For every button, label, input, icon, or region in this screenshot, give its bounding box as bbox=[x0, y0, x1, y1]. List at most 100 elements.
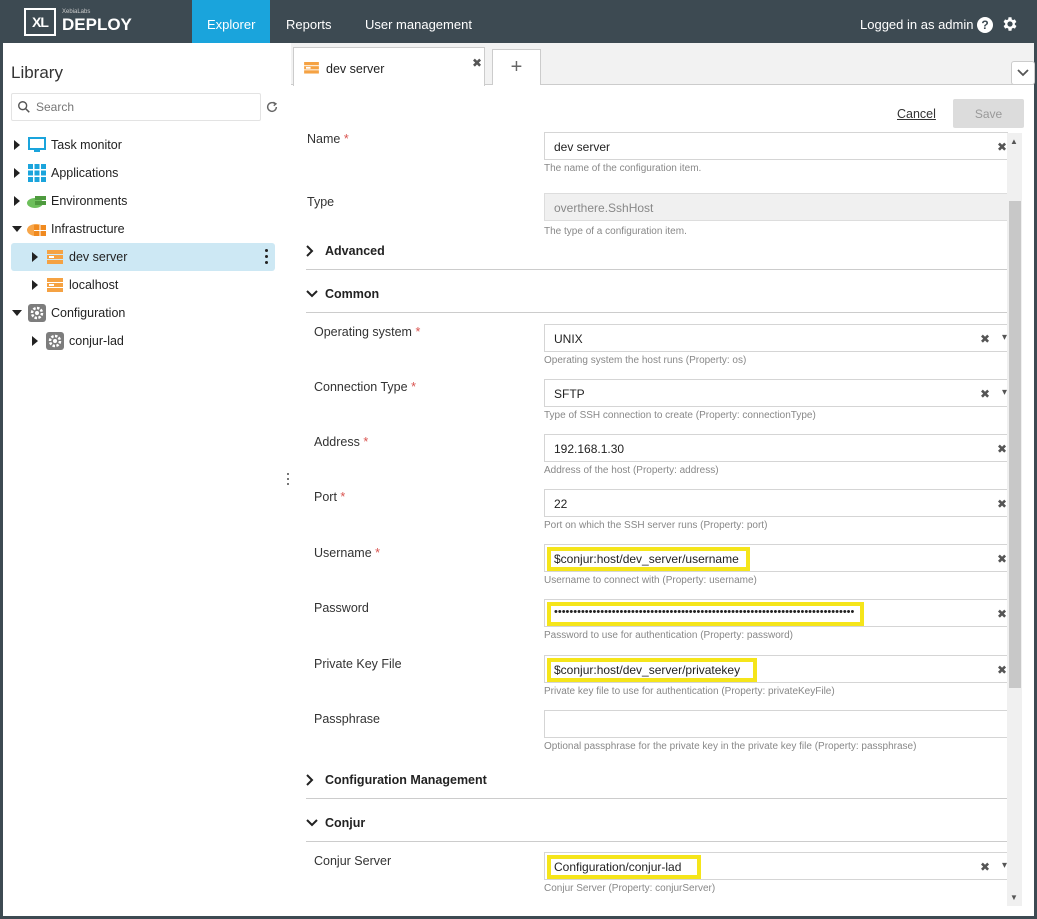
chevron-down-icon bbox=[306, 819, 320, 827]
address-value: 192.168.1.30 bbox=[554, 442, 625, 456]
tree-item-applications[interactable]: Applications bbox=[11, 159, 275, 187]
form-scrollbar[interactable]: ▲ ▼ bbox=[1007, 133, 1022, 906]
section-common-label: Common bbox=[325, 287, 380, 301]
caret-right-icon[interactable] bbox=[11, 139, 23, 151]
os-label: Operating system * bbox=[314, 325, 421, 339]
username-field[interactable]: $conjur:host/dev_server/username ✖ bbox=[544, 544, 1008, 572]
caret-down-icon[interactable] bbox=[11, 223, 23, 235]
clear-icon[interactable]: ✖ bbox=[980, 387, 990, 401]
clear-icon[interactable]: ✖ bbox=[980, 860, 990, 874]
help-icon[interactable]: ? bbox=[977, 17, 993, 33]
name-value: dev server bbox=[554, 140, 611, 154]
server-icon bbox=[304, 62, 319, 74]
refresh-icon[interactable] bbox=[265, 100, 279, 114]
conjur-server-value: Configuration/conjur-lad bbox=[554, 860, 682, 874]
tree-label: Infrastructure bbox=[51, 222, 125, 236]
name-label: Name * bbox=[307, 132, 349, 146]
nav-user-management[interactable]: User management bbox=[354, 0, 488, 43]
environment-icon bbox=[27, 192, 47, 210]
clear-icon[interactable]: ✖ bbox=[997, 140, 1007, 154]
clear-icon[interactable]: ✖ bbox=[997, 442, 1007, 456]
connection-type-select[interactable]: SFTP ✖ ▾ bbox=[544, 379, 1008, 407]
tree-item-localhost[interactable]: localhost bbox=[11, 271, 275, 299]
section-configuration-management[interactable]: Configuration Management bbox=[306, 773, 487, 787]
cancel-button[interactable]: Cancel bbox=[897, 107, 936, 121]
tree-item-conjur-lad[interactable]: conjur-lad bbox=[11, 327, 275, 355]
clear-icon[interactable]: ✖ bbox=[980, 332, 990, 346]
logged-in-user[interactable]: Logged in as admin bbox=[860, 17, 973, 32]
main-nav: Explorer Reports User management bbox=[192, 0, 488, 43]
type-value: overthere.SshHost bbox=[554, 201, 654, 215]
type-label: Type bbox=[307, 195, 335, 209]
caret-right-icon[interactable] bbox=[11, 195, 23, 207]
save-button[interactable]: Save bbox=[953, 99, 1024, 128]
grid-icon bbox=[27, 164, 47, 182]
divider bbox=[306, 312, 1008, 313]
port-field[interactable]: 22 ✖ bbox=[544, 489, 1008, 517]
caret-right-icon[interactable] bbox=[29, 335, 41, 347]
more-options-icon[interactable] bbox=[265, 249, 269, 265]
settings-gear-icon[interactable] bbox=[1001, 15, 1019, 33]
passphrase-field[interactable] bbox=[544, 710, 1008, 738]
section-conjur-label: Conjur bbox=[325, 816, 366, 830]
clear-icon[interactable]: ✖ bbox=[997, 607, 1007, 621]
os-select[interactable]: UNIX ✖ ▾ bbox=[544, 324, 1008, 352]
section-common[interactable]: Common bbox=[306, 287, 379, 301]
panel-resize-handle[interactable] bbox=[286, 473, 290, 489]
tab-bar: dev server ✖ + bbox=[291, 43, 1035, 86]
library-search[interactable] bbox=[11, 93, 261, 121]
tree-item-environments[interactable]: Environments bbox=[11, 187, 275, 215]
tree-label: Applications bbox=[51, 166, 119, 180]
caret-down-icon[interactable] bbox=[11, 307, 23, 319]
logo-title: DEPLOY bbox=[62, 15, 132, 34]
private-key-value: $conjur:host/dev_server/privatekey bbox=[554, 663, 741, 677]
username-value: $conjur:host/dev_server/username bbox=[554, 552, 739, 566]
tree-label: dev server bbox=[69, 250, 128, 264]
tree-item-task-monitor[interactable]: Task monitor bbox=[11, 131, 275, 159]
server-icon bbox=[45, 276, 65, 294]
clear-icon[interactable]: ✖ bbox=[997, 497, 1007, 511]
nav-reports[interactable]: Reports bbox=[270, 0, 354, 43]
divider bbox=[306, 269, 1008, 270]
caret-right-icon[interactable] bbox=[29, 279, 41, 291]
caret-right-icon[interactable] bbox=[29, 251, 41, 263]
scroll-down-icon[interactable]: ▼ bbox=[1010, 893, 1018, 902]
conjur-server-hint: Conjur Server (Property: conjurServer) bbox=[544, 883, 716, 894]
conjur-server-select[interactable]: Configuration/conjur-lad ✖ ▾ bbox=[544, 852, 1008, 880]
tab-dev-server[interactable]: dev server ✖ bbox=[293, 47, 485, 86]
scroll-thumb[interactable] bbox=[1009, 201, 1021, 688]
name-field[interactable]: dev server ✖ bbox=[544, 132, 1008, 160]
section-advanced[interactable]: Advanced bbox=[306, 244, 385, 258]
address-field[interactable]: 192.168.1.30 ✖ bbox=[544, 434, 1008, 462]
port-label: Port * bbox=[314, 490, 346, 504]
tree-item-dev-server[interactable]: dev server bbox=[11, 243, 275, 271]
nav-explorer[interactable]: Explorer bbox=[192, 0, 270, 43]
infrastructure-icon bbox=[27, 220, 47, 238]
clear-icon[interactable]: ✖ bbox=[997, 663, 1007, 677]
caret-right-icon[interactable] bbox=[11, 167, 23, 179]
search-input[interactable] bbox=[34, 98, 254, 116]
tree-label: Configuration bbox=[51, 306, 126, 320]
tree-item-infrastructure[interactable]: Infrastructure bbox=[11, 215, 275, 243]
address-hint: Address of the host (Property: address) bbox=[544, 465, 719, 476]
username-hint: Username to connect with (Property: user… bbox=[544, 575, 757, 586]
private-key-field[interactable]: $conjur:host/dev_server/privatekey ✖ bbox=[544, 655, 1008, 683]
section-conjur[interactable]: Conjur bbox=[306, 816, 365, 830]
ci-form: Name * dev server ✖ The name of the conf… bbox=[306, 130, 1008, 916]
divider bbox=[306, 841, 1008, 842]
search-icon bbox=[18, 101, 30, 113]
config-gear-icon bbox=[45, 332, 65, 350]
tab-menu-button[interactable] bbox=[1011, 61, 1035, 85]
add-tab-button[interactable]: + bbox=[492, 49, 541, 85]
password-field[interactable]: ••••••••••••••••••••••••••••••••••••••••… bbox=[544, 599, 1008, 627]
chevron-down-icon bbox=[306, 290, 320, 298]
private-key-label: Private Key File bbox=[314, 657, 402, 671]
type-hint: The type of a configuration item. bbox=[544, 226, 687, 237]
clear-icon[interactable]: ✖ bbox=[997, 552, 1007, 566]
top-navigation-bar: XL XebiaLabs DEPLOY Explorer Reports Use… bbox=[0, 0, 1037, 43]
xl-deploy-logo[interactable]: XL XebiaLabs DEPLOY bbox=[24, 8, 134, 36]
scroll-up-icon[interactable]: ▲ bbox=[1010, 137, 1018, 146]
tree-item-configuration[interactable]: Configuration bbox=[11, 299, 275, 327]
server-icon bbox=[45, 248, 65, 266]
close-tab-icon[interactable]: ✖ bbox=[472, 56, 482, 70]
